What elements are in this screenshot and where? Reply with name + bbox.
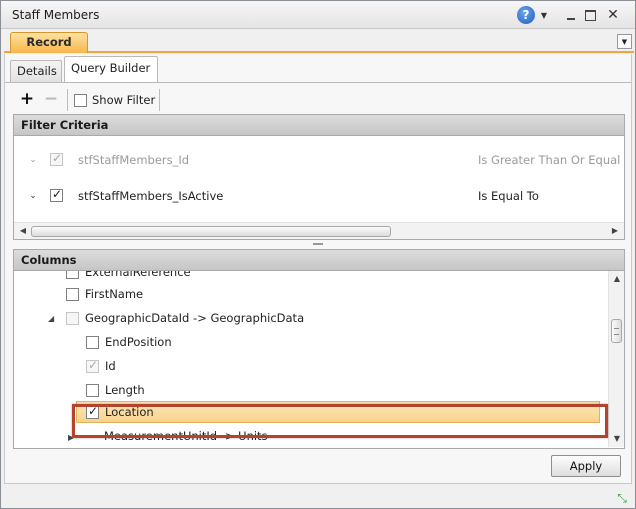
- subtab-divider: [5, 82, 631, 83]
- add-criteria-plus-icon[interactable]: +: [19, 90, 35, 108]
- filter-criteria-grid: ⌄ stfStaffMembers_Id Is Greater Than Or …: [13, 136, 625, 240]
- query-toolbar: + − Show Filter: [13, 87, 623, 113]
- scroll-down-icon[interactable]: ▼: [611, 433, 623, 445]
- show-filter-label: Show Filter: [92, 93, 156, 107]
- show-filter-checkbox[interactable]: [74, 93, 87, 107]
- column-label: GeographicDataId -> GeographicData: [85, 311, 305, 325]
- column-label: EndPosition: [105, 335, 172, 349]
- column-item[interactable]: Id: [86, 355, 116, 377]
- collapse-arrow-icon[interactable]: ◢: [48, 314, 54, 323]
- column-label: Location: [105, 405, 154, 419]
- column-item[interactable]: Length: [86, 379, 145, 401]
- columns-tree: ExternalReference FirstName ◢ Geographic…: [13, 271, 625, 449]
- scroll-right-icon[interactable]: ▶: [608, 225, 622, 237]
- columns-vertical-scrollbar[interactable]: ▲ ▼: [608, 271, 624, 447]
- staff-members-window: Staff Members ? ▼ ✕ Record ▼ Details Que…: [0, 0, 636, 509]
- columns-header: Columns: [13, 249, 625, 271]
- filter-row-checkbox[interactable]: [50, 187, 63, 202]
- title-bar: Staff Members ? ▼ ✕: [1, 1, 635, 29]
- column-label: MeasurementUnitId -> Units: [104, 429, 268, 443]
- column-item[interactable]: FirstName: [66, 283, 143, 305]
- toolbar-separator: [159, 89, 160, 111]
- resize-grip-icon[interactable]: ⤡: [614, 490, 630, 506]
- minimize-icon[interactable]: [563, 6, 579, 24]
- column-label: FirstName: [85, 287, 144, 301]
- tab-details[interactable]: Details: [10, 60, 62, 82]
- toolbar-separator: [67, 89, 68, 111]
- column-label: ExternalReference: [85, 271, 191, 279]
- record-content: Details Query Builder + − Show Filter Fi…: [4, 54, 632, 484]
- filter-operator[interactable]: Is Equal To: [478, 189, 539, 203]
- filter-operator[interactable]: Is Greater Than Or Equal: [478, 153, 620, 167]
- show-filter-toggle[interactable]: Show Filter: [74, 91, 155, 109]
- filter-field-name: stfStaffMembers_Id: [78, 153, 190, 167]
- filter-field-name: stfStaffMembers_IsActive: [78, 189, 224, 203]
- column-label: Id: [105, 359, 116, 373]
- filter-row-checkbox[interactable]: [50, 151, 63, 166]
- column-checkbox[interactable]: [86, 358, 99, 373]
- apply-button[interactable]: Apply: [551, 455, 621, 477]
- filter-row[interactable]: ⌄ stfStaffMembers_IsActive Is Equal To: [14, 184, 624, 208]
- column-item-location[interactable]: Location: [86, 401, 154, 423]
- scrollbar-thumb[interactable]: [31, 226, 391, 237]
- column-item[interactable]: ExternalReference: [66, 271, 191, 283]
- chevron-down-icon[interactable]: ⌄: [22, 155, 44, 165]
- filter-horizontal-scrollbar[interactable]: ◀ ▶: [14, 222, 624, 239]
- chevron-down-icon[interactable]: ⌄: [22, 191, 44, 201]
- column-checkbox[interactable]: [86, 404, 99, 419]
- window-title: Staff Members: [12, 8, 100, 22]
- scrollbar-thumb[interactable]: [611, 319, 622, 343]
- tab-record[interactable]: Record: [10, 32, 88, 53]
- dropdown-icon[interactable]: ▼: [539, 6, 549, 24]
- column-checkbox[interactable]: [66, 287, 79, 301]
- selected-row-highlight: [76, 401, 600, 423]
- filter-criteria-header: Filter Criteria: [13, 114, 625, 136]
- column-item[interactable]: MeasurementUnitId -> Units: [104, 425, 268, 447]
- filter-row[interactable]: ⌄ stfStaffMembers_Id Is Greater Than Or …: [14, 148, 624, 172]
- record-tab-strip: Record ▼: [4, 31, 634, 53]
- tab-strip-dropdown-icon[interactable]: ▼: [617, 34, 632, 49]
- scroll-up-icon[interactable]: ▲: [611, 273, 623, 285]
- column-checkbox[interactable]: [86, 383, 99, 397]
- maximize-icon[interactable]: [582, 6, 598, 24]
- help-icon[interactable]: ?: [517, 6, 535, 24]
- column-checkbox[interactable]: [86, 335, 99, 349]
- panel-splitter[interactable]: [13, 241, 625, 247]
- close-icon[interactable]: ✕: [605, 6, 621, 24]
- column-item[interactable]: EndPosition: [86, 331, 172, 353]
- remove-criteria-minus-icon[interactable]: −: [43, 90, 59, 108]
- splitter-grip-icon[interactable]: [313, 243, 323, 245]
- column-item[interactable]: GeographicDataId -> GeographicData: [66, 307, 304, 329]
- tab-query-builder[interactable]: Query Builder: [64, 56, 158, 82]
- column-checkbox[interactable]: [66, 271, 79, 279]
- scroll-left-icon[interactable]: ◀: [16, 225, 30, 237]
- column-label: Length: [105, 383, 145, 397]
- column-checkbox[interactable]: [66, 311, 79, 325]
- expand-arrow-icon[interactable]: ▶: [68, 433, 74, 442]
